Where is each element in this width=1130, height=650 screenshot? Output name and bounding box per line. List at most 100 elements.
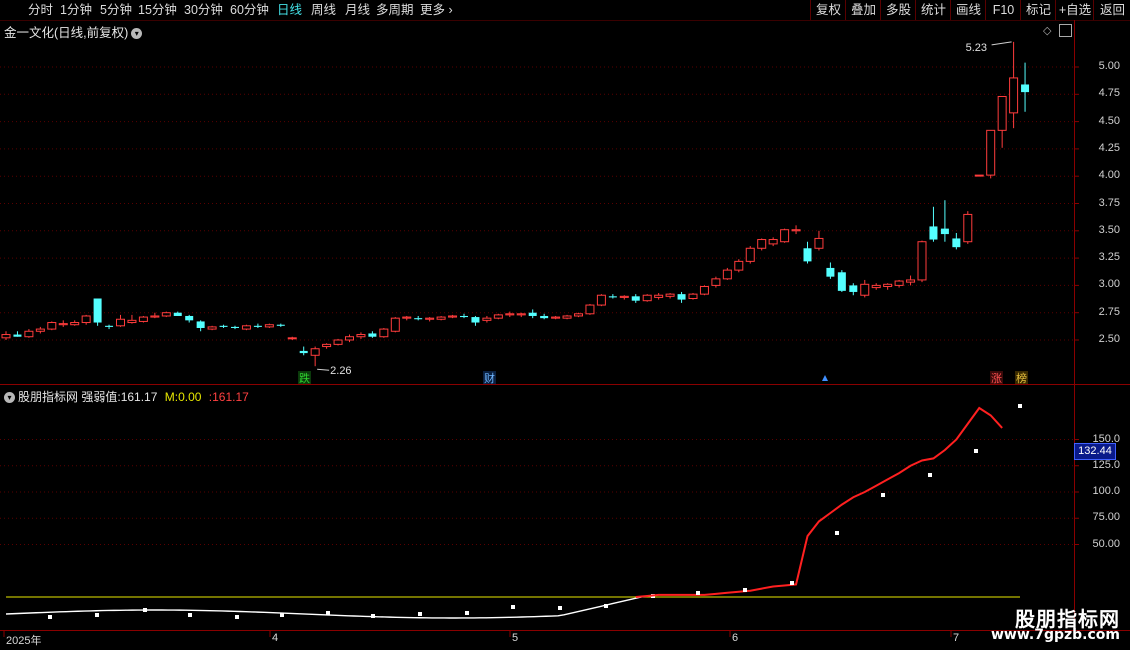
candle-body	[860, 283, 870, 296]
candle	[58, 320, 68, 327]
candle	[757, 238, 767, 251]
candle-body	[528, 312, 537, 316]
candle-body	[105, 325, 114, 327]
candle	[390, 317, 400, 333]
candle-body	[460, 315, 468, 318]
candle	[253, 323, 262, 328]
strength-point	[835, 531, 839, 535]
candle	[70, 320, 80, 326]
candle-body	[745, 247, 755, 262]
candle	[677, 291, 686, 303]
event-marker: 财	[483, 371, 496, 385]
weak-point	[95, 613, 99, 617]
candle	[35, 326, 45, 334]
candle	[81, 314, 91, 325]
candle	[997, 95, 1007, 148]
indicator-tick-label: 50.00	[1092, 537, 1120, 550]
indicator-title: ▾ 股朋指标网 强弱值:161.17 M:0.00 :161.17	[4, 388, 249, 405]
candle	[722, 267, 732, 280]
weak-point	[48, 615, 52, 619]
weak-point	[465, 611, 469, 615]
candle	[299, 346, 308, 356]
candle	[642, 294, 652, 302]
candle	[826, 262, 835, 279]
candle	[13, 331, 22, 337]
weak-point	[418, 612, 422, 616]
candle-body	[837, 272, 846, 291]
candle	[688, 293, 698, 300]
strength-point	[790, 581, 794, 585]
strength-line	[635, 406, 1003, 598]
candle	[791, 225, 801, 235]
candle-body	[196, 321, 205, 328]
candle-body	[253, 325, 262, 327]
date-tick-label: 5	[512, 632, 519, 644]
candle	[241, 324, 251, 331]
candle-body	[791, 229, 801, 232]
candle	[940, 200, 949, 242]
weak-point	[326, 611, 330, 615]
strength-point	[1018, 404, 1022, 408]
event-marker: 跌	[298, 371, 311, 385]
kline-chart[interactable]: 5.23 2.26 跌 财 涨 榜	[0, 0, 1130, 650]
candle-body	[333, 339, 343, 345]
candle-body	[642, 294, 652, 302]
candle-body	[849, 285, 858, 292]
candle	[1021, 62, 1030, 112]
candle-body	[757, 239, 767, 249]
candle-body	[654, 294, 664, 298]
candle	[974, 174, 984, 177]
candle-body	[596, 294, 606, 306]
candle-body	[1009, 77, 1019, 114]
price-tick-label: 3.25	[1098, 251, 1120, 264]
marker-label: 涨	[991, 372, 1002, 385]
weak-point	[188, 613, 192, 617]
date-tick-label: 2025年	[6, 635, 42, 647]
candle-body	[608, 296, 617, 298]
candle	[414, 315, 423, 321]
indicator-tick-label: 75.00	[1092, 511, 1120, 524]
candle-body	[814, 237, 824, 249]
indicator-value-badge: 132.44	[1074, 443, 1116, 460]
candle-body	[585, 304, 595, 315]
candle-body	[310, 348, 320, 356]
high-arrow	[991, 41, 1012, 46]
candle	[356, 332, 366, 339]
candle-body	[574, 313, 583, 317]
candle	[619, 295, 629, 300]
candle-body	[379, 328, 389, 338]
up-arrow-icon	[822, 375, 828, 381]
candle-body	[917, 241, 927, 281]
candle	[105, 324, 114, 330]
candle	[24, 329, 34, 338]
candle-body	[562, 315, 572, 319]
candle	[860, 279, 870, 298]
candle	[493, 313, 503, 320]
candle-body	[471, 317, 480, 323]
candle	[906, 275, 916, 286]
candle	[231, 325, 239, 330]
candle-body	[952, 238, 961, 248]
marker-label: 跌	[299, 371, 310, 385]
candle	[551, 315, 561, 320]
weak-point	[143, 608, 147, 612]
candle	[425, 317, 435, 322]
indicator-tick-label: 100.0	[1092, 485, 1120, 497]
candle	[585, 303, 595, 315]
m-label: M:	[164, 390, 179, 404]
price-tick-label: 2.75	[1098, 305, 1120, 318]
strength-point	[743, 588, 747, 592]
candle-body	[81, 315, 91, 324]
candle-body	[906, 279, 916, 283]
candle	[402, 315, 412, 321]
candle	[711, 276, 721, 288]
candle-body	[241, 325, 251, 330]
candle	[448, 314, 458, 319]
chevron-down-icon[interactable]: ▾	[4, 392, 15, 404]
candle	[276, 323, 285, 327]
strength-point	[928, 473, 932, 477]
candle-body	[264, 324, 274, 328]
candle-body	[345, 336, 354, 341]
price-tick-label: 4.50	[1098, 114, 1120, 127]
candle	[883, 283, 893, 290]
